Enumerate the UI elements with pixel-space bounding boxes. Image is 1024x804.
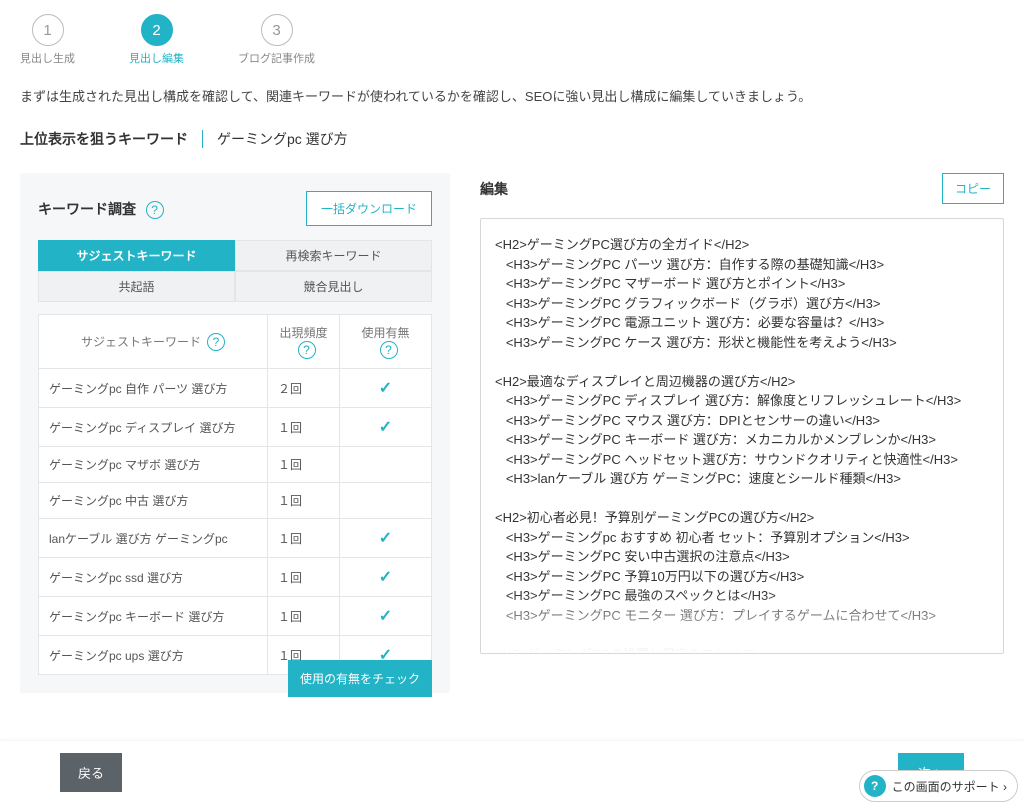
frequency-cell: １回: [268, 519, 340, 558]
step-label: 見出し生成: [20, 50, 75, 66]
step-indicator: 1 見出し生成 2 見出し編集 3 ブログ記事作成: [20, 14, 1004, 66]
step-circle: 2: [141, 14, 173, 46]
used-cell: ✓: [340, 558, 432, 597]
used-cell: ✓: [340, 369, 432, 408]
used-cell: ✓: [340, 519, 432, 558]
keyword-cell: ゲーミングpc 自作 パーツ 選び方: [39, 369, 268, 408]
table-row: ゲーミングpc 中古 選び方１回: [39, 483, 432, 519]
step-circle: 1: [32, 14, 64, 46]
tab-suggest[interactable]: サジェストキーワード: [38, 240, 235, 271]
table-row: ゲーミングpc ディスプレイ 選び方１回 ✓: [39, 408, 432, 447]
keyword-cell: ゲーミングpc ups 選び方: [39, 636, 268, 675]
th-keyword: サジェストキーワード?: [39, 315, 268, 369]
used-cell: ✓: [340, 408, 432, 447]
frequency-cell: １回: [268, 447, 340, 483]
target-keyword-label: 上位表示を狙うキーワード: [20, 129, 188, 149]
keyword-tabs: サジェストキーワード 再検索キーワード 共起語 競合見出し: [38, 240, 432, 302]
separator: [202, 130, 203, 148]
used-cell: [340, 483, 432, 519]
edit-panel: 編集 コピー <H2>ゲーミングPC選び方の全ガイド</H2> <H3>ゲーミン…: [480, 173, 1004, 654]
check-icon: ✓: [379, 608, 392, 625]
frequency-cell: ２回: [268, 369, 340, 408]
copy-button[interactable]: コピー: [942, 173, 1004, 204]
frequency-cell: １回: [268, 483, 340, 519]
step-label: 見出し編集: [129, 50, 184, 66]
check-icon: ✓: [379, 530, 392, 547]
keyword-cell: lanケーブル 選び方 ゲーミングpc: [39, 519, 268, 558]
keyword-table: サジェストキーワード? 出現頻度? 使用有無? ゲーミングpc 自作 パーツ 選…: [38, 314, 432, 675]
help-icon[interactable]: ?: [207, 333, 225, 351]
bulk-download-button[interactable]: 一括ダウンロード: [306, 191, 432, 226]
check-icon: ✓: [379, 569, 392, 586]
keyword-cell: ゲーミングpc キーボード 選び方: [39, 597, 268, 636]
check-icon: ✓: [379, 380, 392, 397]
check-usage-button[interactable]: 使用の有無をチェック: [288, 660, 432, 697]
intro-text: まずは生成された見出し構成を確認して、関連キーワードが使われているかを確認し、S…: [20, 86, 1004, 105]
target-keyword-row: 上位表示を狙うキーワード ゲーミングpc 選び方: [20, 129, 1004, 149]
tab-research[interactable]: 再検索キーワード: [235, 240, 432, 271]
step-circle: 3: [261, 14, 293, 46]
used-cell: [340, 447, 432, 483]
table-row: ゲーミングpc キーボード 選び方１回 ✓: [39, 597, 432, 636]
frequency-cell: １回: [268, 408, 340, 447]
keyword-cell: ゲーミングpc ディスプレイ 選び方: [39, 408, 268, 447]
table-row: ゲーミングpc 自作 パーツ 選び方２回 ✓: [39, 369, 432, 408]
support-label: この画面のサポート ›: [892, 778, 1007, 795]
keyword-cell: ゲーミングpc マザボ 選び方: [39, 447, 268, 483]
back-button[interactable]: 戻る: [60, 753, 122, 792]
headline-editor[interactable]: <H2>ゲーミングPC選び方の全ガイド</H2> <H3>ゲーミングPC パーツ…: [480, 218, 1004, 654]
frequency-cell: １回: [268, 597, 340, 636]
keyword-cell: ゲーミングpc 中古 選び方: [39, 483, 268, 519]
support-widget[interactable]: ? この画面のサポート ›: [859, 770, 1018, 802]
target-keyword-value: ゲーミングpc 選び方: [217, 129, 348, 149]
keyword-research-panel: キーワード調査 ? 一括ダウンロード サジェストキーワード 再検索キーワード 共…: [20, 173, 450, 693]
table-row: ゲーミングpc マザボ 選び方１回: [39, 447, 432, 483]
edit-title: 編集: [480, 179, 508, 199]
step-3[interactable]: 3 ブログ記事作成: [238, 14, 315, 66]
th-frequency: 出現頻度?: [268, 315, 340, 369]
panel-title-wrap: キーワード調査 ?: [38, 199, 164, 219]
table-row: lanケーブル 選び方 ゲーミングpc１回 ✓: [39, 519, 432, 558]
tab-compete[interactable]: 競合見出し: [235, 271, 432, 302]
help-icon[interactable]: ?: [146, 201, 164, 219]
used-cell: ✓: [340, 597, 432, 636]
help-icon[interactable]: ?: [298, 341, 316, 359]
step-1[interactable]: 1 見出し生成: [20, 14, 75, 66]
tab-cooccur[interactable]: 共起語: [38, 271, 235, 302]
frequency-cell: １回: [268, 558, 340, 597]
th-used: 使用有無?: [340, 315, 432, 369]
step-label: ブログ記事作成: [238, 50, 315, 66]
check-icon: ✓: [379, 419, 392, 436]
help-icon: ?: [864, 775, 886, 797]
step-2[interactable]: 2 見出し編集: [129, 14, 184, 66]
panel-title: キーワード調査: [38, 201, 136, 217]
keyword-cell: ゲーミングpc ssd 選び方: [39, 558, 268, 597]
help-icon[interactable]: ?: [380, 341, 398, 359]
table-row: ゲーミングpc ssd 選び方１回 ✓: [39, 558, 432, 597]
